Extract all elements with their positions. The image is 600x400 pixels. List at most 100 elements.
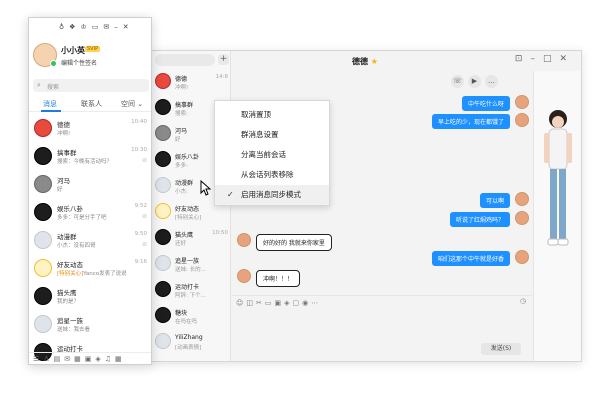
gif-icon[interactable]: ◫ (246, 299, 256, 307)
chat-title-text: 德德 (352, 57, 368, 66)
avatar (155, 229, 171, 245)
mini-search-input[interactable] (155, 54, 215, 66)
menu-icon[interactable]: ☰ (33, 355, 43, 363)
conversation-item[interactable]: 河马好 (29, 170, 151, 198)
conversation-item[interactable]: 动漫群 小杰：没有四哥 9:50 ⊘ (29, 226, 151, 254)
show-panel (533, 71, 581, 361)
music-icon[interactable]: ♫ (105, 355, 115, 363)
more-icon[interactable]: … (485, 75, 498, 88)
menu-item-label: 取消置顶 (241, 110, 271, 119)
send-button[interactable]: 发送(S) (481, 343, 521, 355)
list-item-name: 运动打卡 (175, 284, 200, 291)
list-item-name: 追星一族 (175, 258, 200, 265)
conversation-time: 9:16 (134, 259, 147, 265)
list-item[interactable]: 运动打卡 阿辞: 下个... (151, 277, 230, 303)
conversation-item[interactable]: 德德 冲啊! 10:40 (29, 114, 151, 142)
avatar (155, 73, 171, 89)
avatar (515, 192, 529, 206)
conversation-name: 追星一族 (57, 317, 83, 325)
cursor-icon (200, 180, 212, 196)
search-placeholder: 搜索 (47, 84, 60, 91)
conversation-item[interactable]: 娱乐八卦 多多：可是分手了吧 9:52 ⊘ (29, 198, 151, 226)
menu-item-group-settings[interactable]: 群消息设置 (215, 125, 329, 145)
conversation-preview-text: Yanco发表了说说 (83, 271, 127, 277)
list-item[interactable]: 追星一族 送妹: 长的... (151, 251, 230, 277)
conversation-item[interactable]: 猫头鹰 我的是？ (29, 282, 151, 310)
image-icon[interactable]: ▣ (274, 299, 284, 307)
window-icon[interactable]: ▭ (92, 23, 104, 31)
message-bubble: 中午吃什么呀 (461, 96, 510, 111)
conversation-item[interactable]: 搞事群 搜索：今晚有活动吗？ 10:30 ⊘ (29, 142, 151, 170)
avatar (155, 255, 171, 271)
message-bubble: 咱们这那个中午就是好香 (431, 251, 510, 266)
emoji-icon[interactable]: ☺ (236, 299, 246, 307)
maximize-icon[interactable]: □ (543, 54, 560, 64)
weather-icon[interactable]: ♁ (59, 23, 69, 31)
list-item-name: 河马 (175, 128, 188, 135)
tab-messages[interactable]: 消息 (43, 99, 57, 109)
shirt-icon[interactable]: ♔ (80, 23, 91, 31)
conversation-name: 搞事群 (57, 149, 77, 157)
video-call-icon[interactable]: ▶ (468, 75, 481, 88)
mail-icon[interactable]: ✉ (64, 355, 74, 363)
game-icon[interactable]: ◈ (95, 355, 104, 363)
add-icon[interactable]: + (218, 54, 229, 65)
history-icon[interactable]: ◷ (520, 297, 526, 305)
message-bubble: 好的好的 我就来你家里 (256, 234, 332, 251)
search-input[interactable]: ⌕ 搜索 (33, 79, 149, 92)
menu-item-label: 启用消息同步模式 (241, 190, 301, 199)
vip-badge[interactable]: SVIP (85, 46, 101, 52)
online-status-icon[interactable] (50, 60, 57, 67)
mute-icon: ⊘ (141, 157, 147, 164)
menu-item-sync-mode[interactable]: ✓ 启用消息同步模式 (215, 185, 329, 205)
file-icon[interactable]: ▤ (54, 355, 65, 363)
list-item[interactable]: 猫头鹰 还好 10:50 (151, 225, 230, 251)
voice-call-icon[interactable]: ☏ (451, 75, 464, 88)
list-item-name: 糖块 (175, 310, 188, 317)
apps-icon[interactable]: ▦ (115, 355, 126, 363)
signature[interactable]: 编辑个性签名 (61, 58, 97, 67)
conversation-item[interactable]: 追星一族 送妹：我去看 (29, 310, 151, 338)
scissors-icon[interactable]: ✂ (256, 299, 265, 307)
tab-contacts[interactable]: 联系人 (81, 99, 102, 109)
list-item[interactable]: 糖块 在吗在吗 (151, 303, 230, 329)
tab-space[interactable]: 空间 ⌄ (121, 99, 143, 109)
menu-item-remove-from-list[interactable]: 从会话列表移除 (215, 165, 329, 185)
avatar (155, 125, 171, 141)
list-item[interactable]: 德德 冲啊! 14:8 (151, 69, 230, 95)
list-item-name: 动漫群 (175, 180, 194, 187)
minimize-icon[interactable]: – (530, 54, 543, 64)
close-icon[interactable]: ✕ (123, 23, 134, 31)
conversation-preview: 小杰：没有四哥 (57, 241, 137, 249)
list-item-name: 搞事群 (175, 102, 194, 109)
menu-item-detach-session[interactable]: 分离当前会话 (215, 145, 329, 165)
qq-main-panel: ♁❖♔▭✉–✕ 小小英 SVIP 编辑个性签名 ⌕ 搜索 消息 联系人 空间 ⌄… (28, 17, 152, 365)
more-icon[interactable]: ⋯ (311, 299, 321, 307)
top-icon-bar: ♁❖♔▭✉–✕ (59, 23, 134, 31)
bottom-toolbar: ☰♙▤✉▦▣◈♫▦ (29, 352, 151, 364)
call-icons: ☏ ▶ … (451, 75, 502, 88)
list-item[interactable]: YiliZhang [动画表情] (151, 329, 230, 355)
list-item-name: 娱乐八卦 (175, 154, 200, 161)
conversation-name: 好友动态 (57, 261, 83, 269)
folder-icon[interactable]: ▭ (265, 299, 275, 307)
voice-icon[interactable]: ◉ (302, 299, 311, 307)
pin-icon[interactable]: ⊡ (515, 54, 531, 64)
avatar (34, 147, 52, 165)
doc-icon[interactable]: ▦ (74, 355, 85, 363)
skin-icon[interactable]: ❖ (69, 23, 80, 31)
conversation-item[interactable]: 好友动态 [特别关心]Yanco发表了说说 9:16 (29, 254, 151, 282)
image-icon[interactable]: ▣ (85, 355, 96, 363)
menu-item-unpin[interactable]: 取消置顶 (215, 105, 329, 125)
avatar (515, 250, 529, 264)
avatar (155, 177, 171, 193)
screen-icon[interactable]: ▢ (292, 299, 302, 307)
mail-icon[interactable]: ✉ (103, 23, 114, 31)
list-item-time: 10:50 (212, 230, 228, 236)
conversation-time: 9:52 (134, 203, 147, 209)
menu-item-label: 群消息设置 (241, 130, 279, 139)
minimize-icon[interactable]: – (114, 23, 123, 31)
mute-icon: ⊘ (141, 241, 147, 248)
close-icon[interactable]: ✕ (559, 54, 575, 64)
contact-icon[interactable]: ♙ (43, 355, 53, 363)
